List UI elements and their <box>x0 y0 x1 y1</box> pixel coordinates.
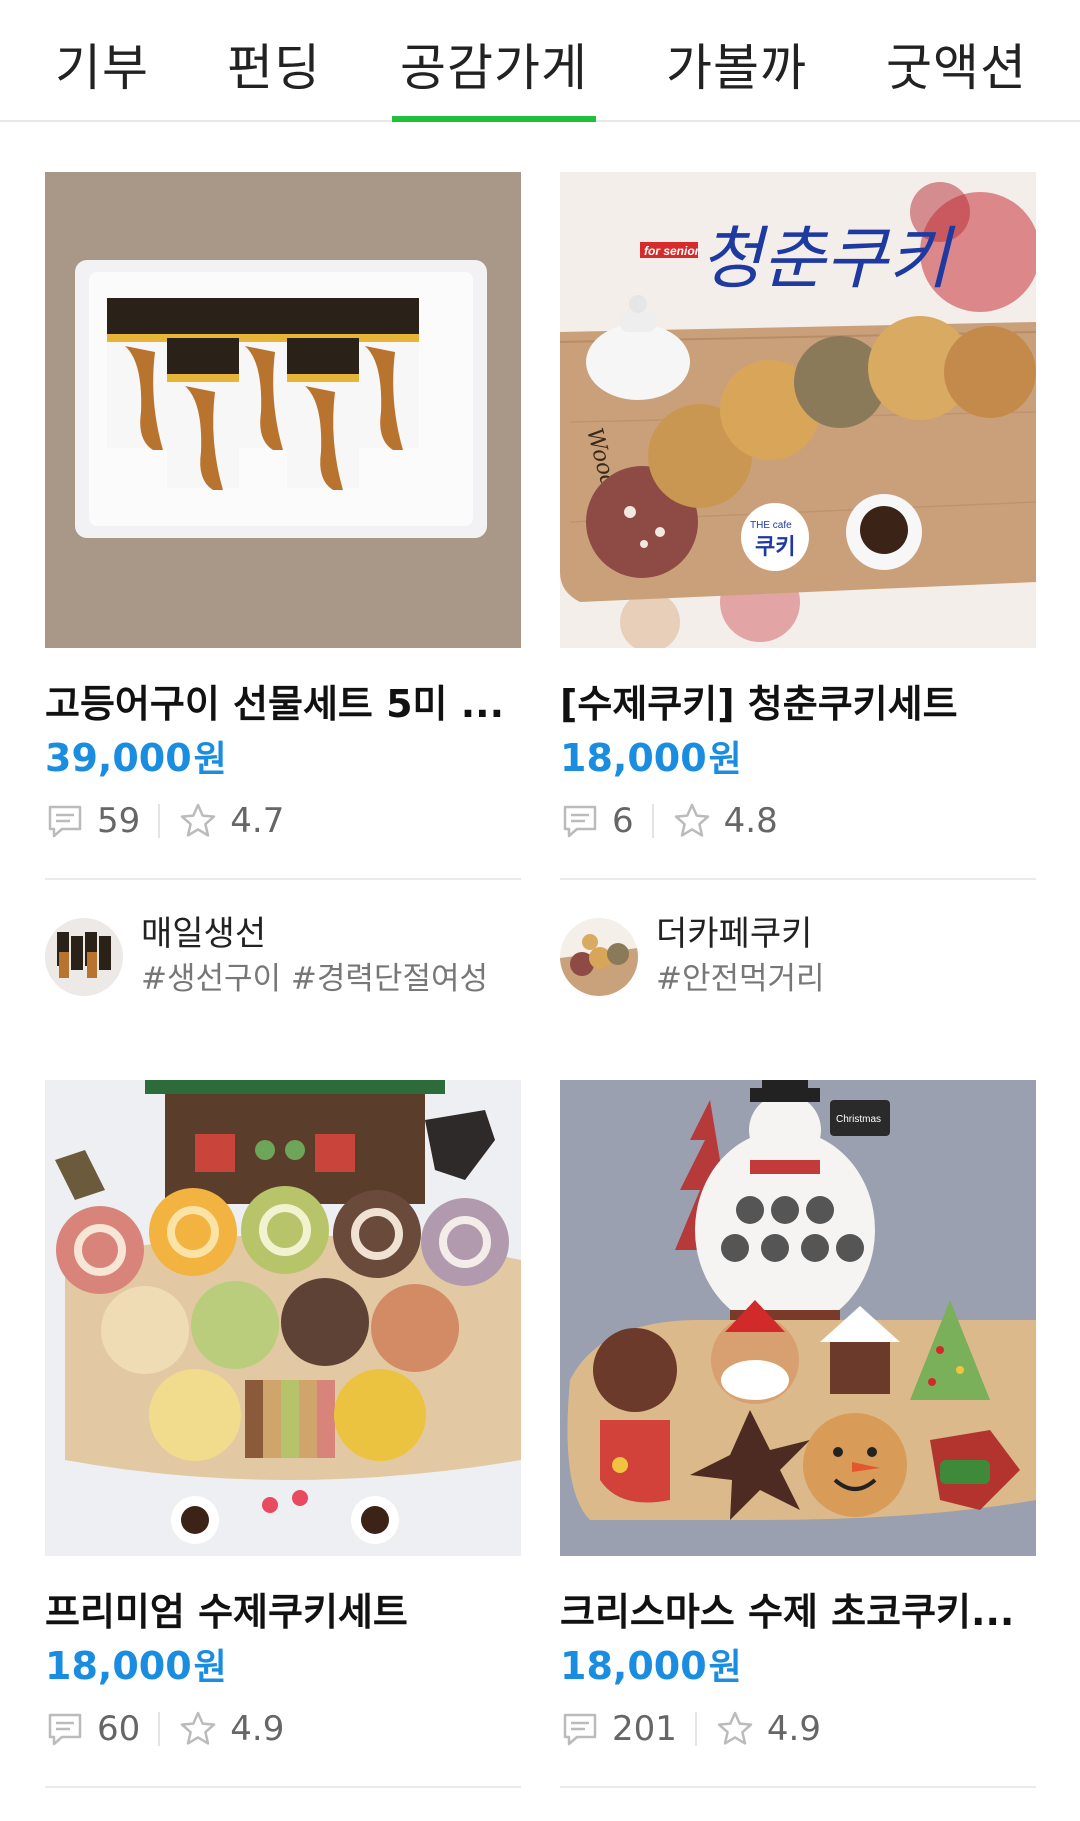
price-currency: 원 <box>708 739 742 780</box>
product-title[interactable]: 프리미엄 수제쿠키세트 <box>45 1588 521 1636</box>
product-price: 18,000원 <box>560 1642 742 1692</box>
seller-avatar[interactable] <box>45 918 123 996</box>
product-price: 39,000원 <box>45 734 227 784</box>
divider <box>560 878 1036 880</box>
price-amount: 18,000 <box>560 736 707 780</box>
divider <box>158 1712 161 1746</box>
seller-info[interactable]: 매일생선 #생선구이 #경력단절여성 <box>45 912 521 1002</box>
seller-name[interactable]: 매일생선 <box>141 912 266 956</box>
seller-name[interactable]: 더카페쿠키 <box>656 912 812 956</box>
tab-donation[interactable]: 기부 <box>55 28 149 100</box>
comment-icon <box>48 1713 82 1746</box>
product-stats: 6 4.8 <box>560 798 778 844</box>
product-title[interactable]: 크리스마스 수제 초코쿠키... <box>560 1588 1036 1636</box>
seller-hashtags[interactable]: #안전먹거리 <box>656 958 825 1000</box>
product-title[interactable]: [수제쿠키] 청춘쿠키세트 <box>560 680 1036 728</box>
rating-value: 4.9 <box>766 1709 821 1749</box>
rating-value: 4.7 <box>230 801 285 841</box>
divider <box>651 804 654 838</box>
star-icon <box>717 1711 753 1745</box>
price-currency: 원 <box>708 1647 742 1688</box>
product-image-christmas-cookies[interactable]: Christmas <box>560 1080 1036 1556</box>
price-amount: 18,000 <box>45 1644 192 1688</box>
cafe-logo-main-text: 쿠키 <box>755 534 795 559</box>
rating-value: 4.9 <box>230 1709 285 1749</box>
comment-icon <box>563 1713 597 1746</box>
price-amount: 39,000 <box>45 736 192 780</box>
divider <box>45 878 521 880</box>
comment-count: 59 <box>97 801 141 841</box>
seller-hashtags[interactable]: #생선구이 #경력단절여성 <box>141 958 488 1000</box>
product-price: 18,000원 <box>560 734 742 784</box>
rating-value: 4.8 <box>723 801 778 841</box>
tab-empathy-store[interactable]: 공감가게 <box>400 28 588 100</box>
product-title[interactable]: 고등어구이 선물세트 5미 ... <box>45 680 521 728</box>
product-stats: 60 4.9 <box>45 1706 284 1752</box>
comment-count: 60 <box>97 1709 141 1749</box>
comment-count: 6 <box>612 801 634 841</box>
brand-script-text: 청춘쿠키 <box>700 220 956 299</box>
divider <box>560 1786 1036 1788</box>
for-senior-text: for senior <box>644 244 701 258</box>
product-stats: 59 4.7 <box>45 798 284 844</box>
price-amount: 18,000 <box>560 1644 707 1688</box>
star-icon <box>674 803 709 837</box>
seller-info[interactable]: 더카페쿠키 #안전먹거리 <box>560 912 1036 1002</box>
seller-avatar[interactable] <box>560 918 638 996</box>
comment-count: 201 <box>612 1709 677 1749</box>
active-tab-indicator <box>392 116 596 122</box>
price-currency: 원 <box>193 1647 227 1688</box>
category-tab-bar: 기부 펀딩 공감가게 가볼까 굿액션 <box>0 0 1080 122</box>
product-image-mackerel[interactable] <box>45 172 521 648</box>
christmas-sign-text: Christmas <box>836 1114 881 1125</box>
star-icon <box>181 803 216 837</box>
divider <box>158 804 161 838</box>
cafe-logo-small-text: THE cafe <box>750 520 792 531</box>
product-price: 18,000원 <box>45 1642 227 1692</box>
divider <box>45 1786 521 1788</box>
tab-funding[interactable]: 펀딩 <box>227 28 321 100</box>
divider <box>694 1712 697 1746</box>
product-stats: 201 4.9 <box>560 1706 821 1752</box>
product-image-premium-cookies[interactable] <box>45 1080 521 1556</box>
tab-good-action[interactable]: 굿액션 <box>886 28 1027 100</box>
price-currency: 원 <box>193 739 227 780</box>
star-icon <box>181 1711 216 1745</box>
product-image-cookie-board[interactable]: for senior for senior 청춘쿠키 Wood THE cafe… <box>560 172 1036 648</box>
comment-icon <box>48 805 82 838</box>
comment-icon <box>563 805 597 838</box>
tab-places[interactable]: 가볼까 <box>666 28 807 100</box>
